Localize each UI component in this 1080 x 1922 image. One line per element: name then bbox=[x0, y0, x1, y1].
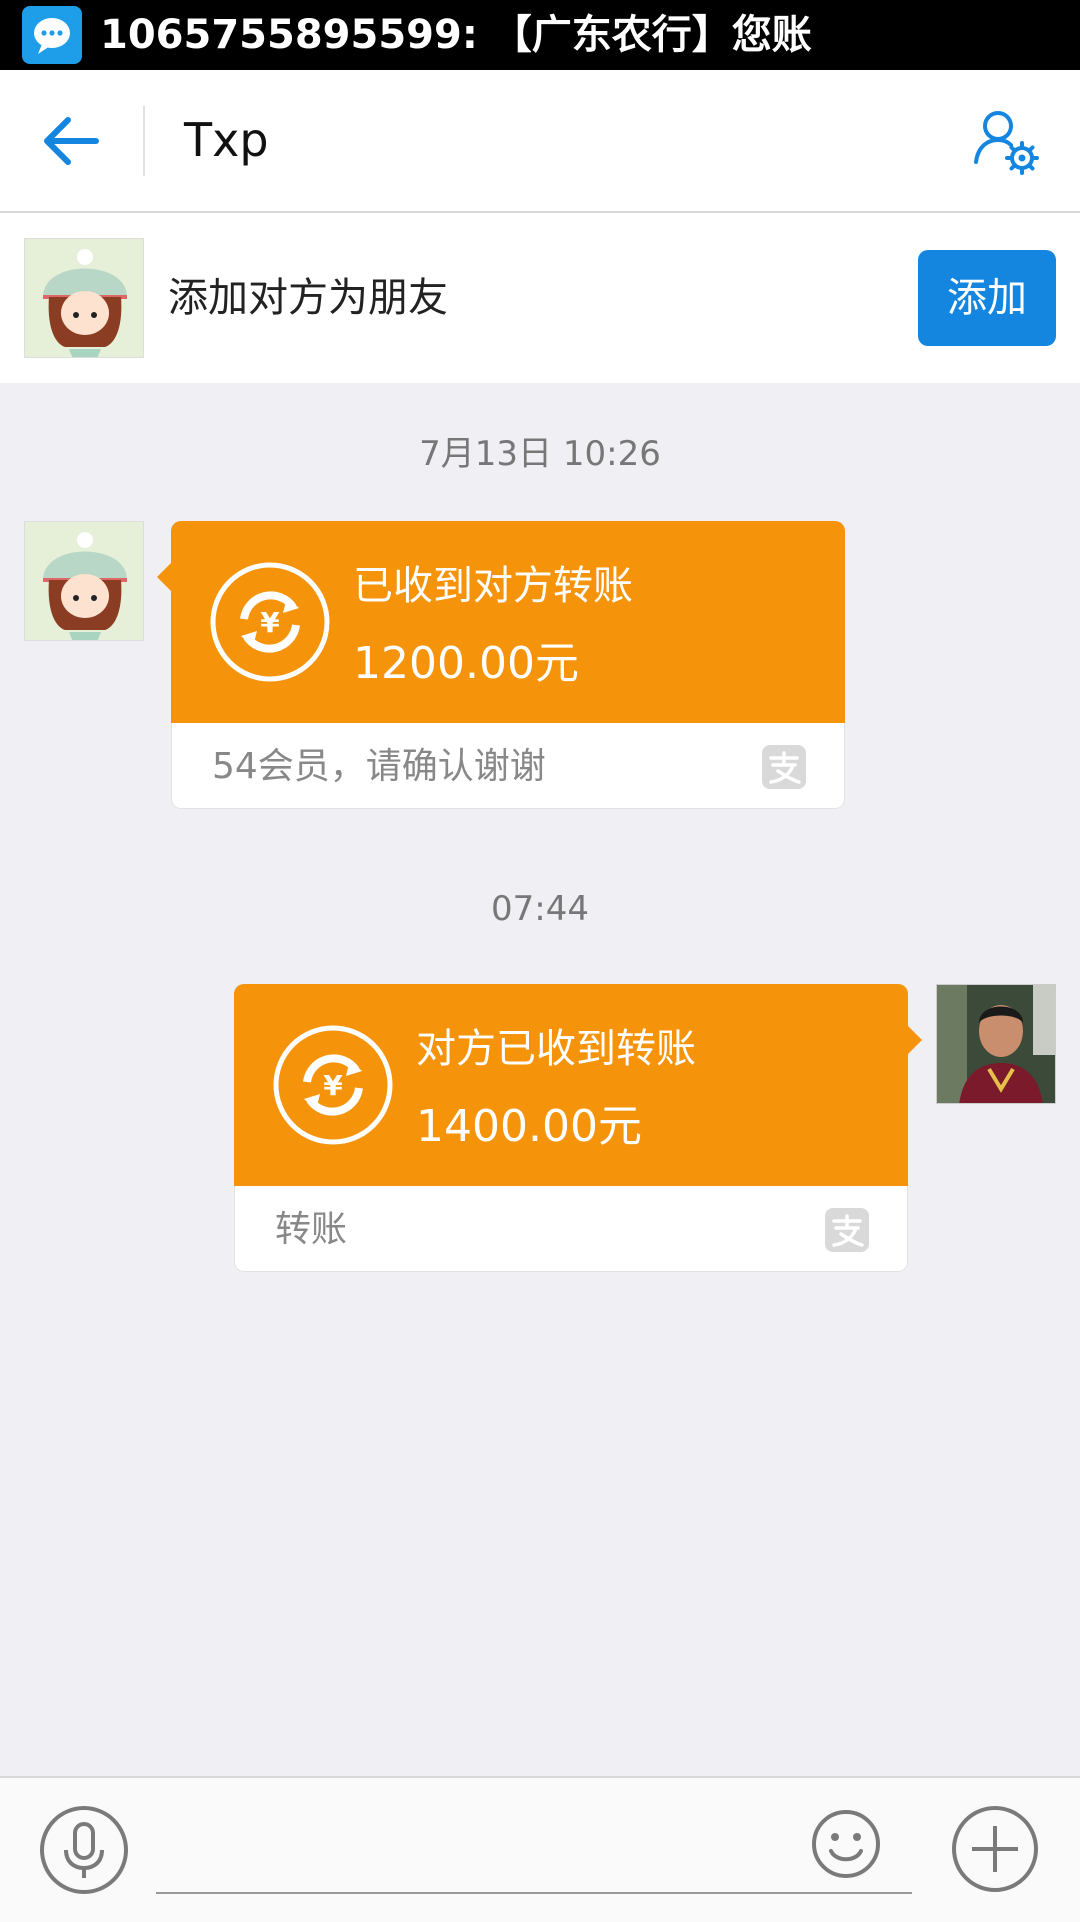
message-timestamp: 7月13日 10:26 bbox=[419, 434, 661, 474]
transfer-card-footer: 转账 bbox=[234, 1186, 908, 1272]
transfer-note: 54会员，请确认谢谢 bbox=[212, 746, 546, 787]
transfer-yuan-icon: ¥ bbox=[210, 562, 330, 682]
add-friend-button[interactable]: 添加 bbox=[918, 250, 1056, 346]
transfer-card-header: ¥ 已收到对方转账 1200.00元 bbox=[171, 521, 845, 723]
alipay-icon bbox=[762, 745, 806, 789]
my-avatar[interactable] bbox=[936, 984, 1056, 1104]
more-options-button[interactable] bbox=[950, 1804, 1040, 1894]
add-friend-prompt: 添加对方为朋友 bbox=[168, 275, 448, 321]
status-notification-text: 1065755895599: 【广东农行】您账 bbox=[100, 12, 812, 58]
bubble-tail bbox=[908, 1026, 922, 1054]
transfer-card-footer: 54会员，请确认谢谢 bbox=[171, 723, 845, 809]
sms-notification-icon bbox=[22, 6, 82, 64]
contact-settings-button[interactable] bbox=[970, 106, 1042, 178]
plus-icon bbox=[952, 1806, 1038, 1892]
add-friend-banner: 添加对方为朋友 添加 bbox=[0, 213, 1080, 383]
svg-text:¥: ¥ bbox=[260, 606, 280, 639]
emoji-icon bbox=[812, 1810, 880, 1878]
status-bar: 1065755895599: 【广东农行】您账 bbox=[0, 0, 1080, 70]
back-button[interactable] bbox=[36, 110, 106, 172]
page-title: Txp bbox=[184, 113, 269, 167]
message-timestamp: 07:44 bbox=[491, 889, 589, 929]
voice-input-button[interactable] bbox=[38, 1804, 130, 1896]
contact-avatar[interactable] bbox=[24, 521, 144, 641]
svg-text:¥: ¥ bbox=[323, 1069, 343, 1102]
contact-avatar[interactable] bbox=[24, 238, 144, 358]
transfer-status: 已收到对方转账 bbox=[353, 563, 633, 609]
bubble-tail bbox=[157, 563, 171, 591]
alipay-icon bbox=[825, 1208, 869, 1252]
nav-divider bbox=[143, 106, 145, 176]
transfer-card-header: ¥ 对方已收到转账 1400.00元 bbox=[234, 984, 908, 1186]
transfer-status: 对方已收到转账 bbox=[416, 1026, 696, 1072]
emoji-button[interactable] bbox=[810, 1808, 882, 1880]
nav-bar: Txp bbox=[0, 70, 1080, 213]
transfer-message-card[interactable]: ¥ 对方已收到转账 1400.00元 转账 bbox=[234, 984, 922, 1272]
arrow-left-icon bbox=[44, 117, 99, 165]
transfer-yuan-icon: ¥ bbox=[273, 1025, 393, 1145]
contact-settings-icon bbox=[974, 111, 1039, 175]
transfer-note: 转账 bbox=[275, 1209, 348, 1250]
microphone-icon bbox=[40, 1806, 128, 1894]
transfer-amount: 1400.00元 bbox=[416, 1101, 642, 1152]
message-input-bar bbox=[0, 1776, 1080, 1922]
message-input[interactable] bbox=[156, 1798, 912, 1894]
transfer-message-card[interactable]: ¥ 已收到对方转账 1200.00元 54会员，请确认谢谢 bbox=[157, 521, 845, 809]
transfer-amount: 1200.00元 bbox=[353, 638, 579, 689]
